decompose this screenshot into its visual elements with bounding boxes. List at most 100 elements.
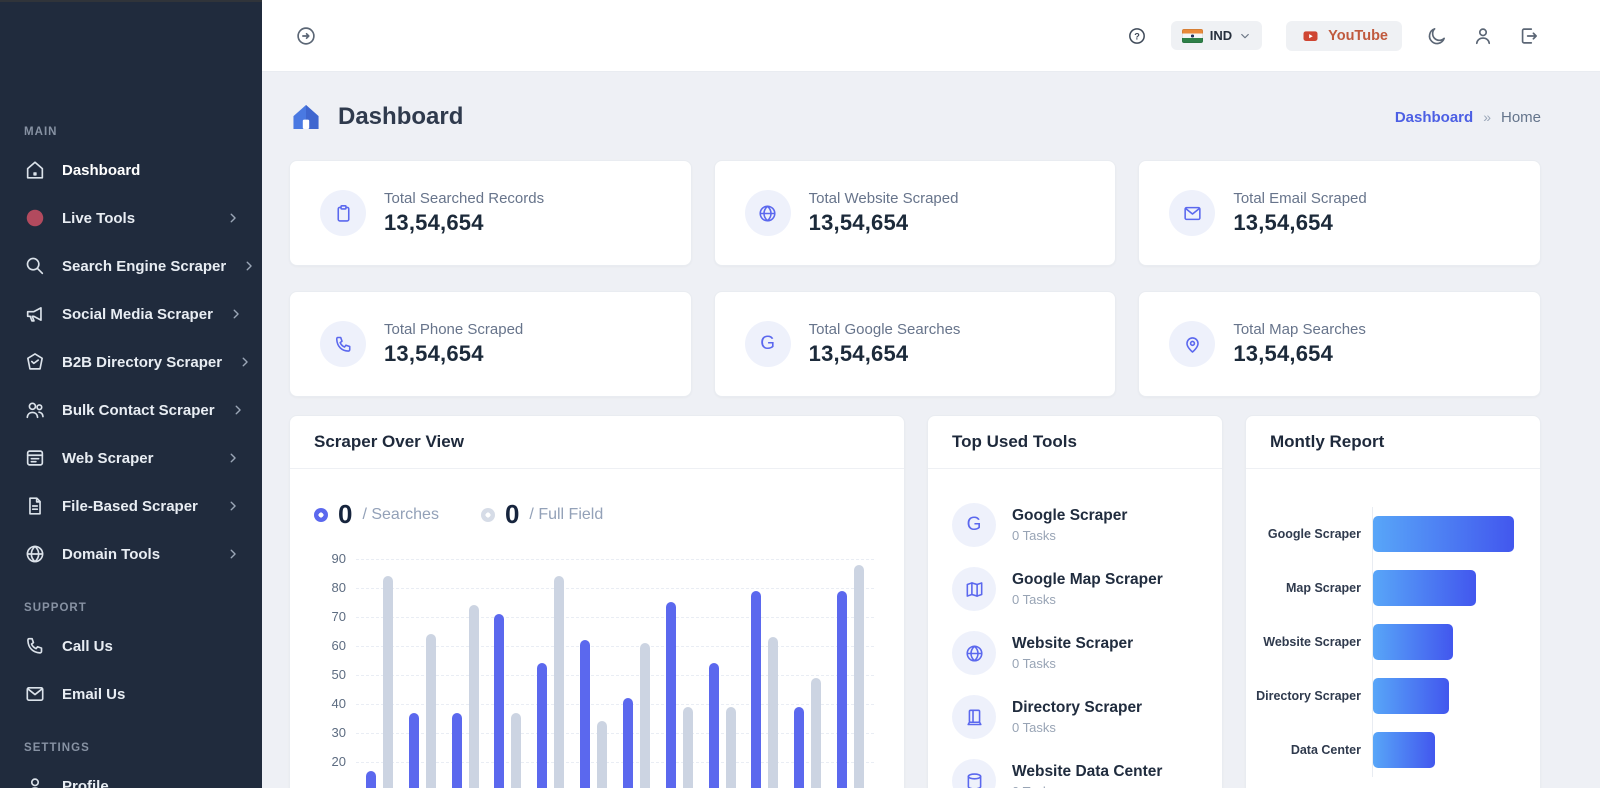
youtube-button[interactable]: YouTube — [1286, 21, 1402, 51]
tools-list: G Google Scraper 0 Tasks Google Map Scraper… — [928, 469, 1222, 788]
svg-text:?: ? — [1134, 31, 1140, 41]
bar-group — [751, 591, 778, 788]
tool-row[interactable]: G Google Scraper 0 Tasks — [952, 503, 1198, 547]
tool-row[interactable]: Google Map Scraper0 Tasks — [952, 567, 1198, 611]
map-icon — [964, 579, 985, 600]
bar-searches — [409, 713, 419, 788]
scraper-overview-body: 0/ Searches 0 / Full Field 203040506070809… — [290, 469, 904, 788]
mail-icon — [1182, 203, 1203, 224]
scraper-overview-title: Scraper Over View — [290, 416, 904, 469]
sidebar-item-social-media-scraper[interactable]: Social Media Scraper — [0, 290, 262, 338]
bar-full-field — [554, 576, 564, 788]
sidebar-item-label: Profile — [62, 778, 240, 788]
sidebar-item-b2b-directory-scraper[interactable]: B2B Directory Scraper — [0, 338, 262, 386]
help-icon[interactable]: ? — [1127, 26, 1147, 46]
mail-icon — [24, 683, 46, 705]
bar-group — [666, 602, 693, 788]
user-icon — [24, 775, 46, 788]
sidebar-item-call-us[interactable]: Call Us — [0, 622, 262, 670]
stat-icon-circle: G — [745, 321, 791, 367]
sidebar-item-label: B2B Directory Scraper — [62, 354, 222, 371]
bar-searches — [709, 663, 719, 788]
sidebar-item-bulk-contact-scraper[interactable]: Bulk Contact Scraper — [0, 386, 262, 434]
stat-value: 13,54,654 — [1233, 341, 1366, 367]
overview-bar-chart: 2030405060708090 — [356, 550, 874, 788]
sidebar-item-label: Bulk Contact Scraper — [62, 402, 215, 419]
sidebar-item-live-tools[interactable]: Live Tools — [0, 194, 262, 242]
logout-icon[interactable] — [1518, 25, 1540, 47]
youtube-label: YouTube — [1328, 28, 1388, 44]
globe-icon — [24, 543, 46, 565]
dark-mode-icon[interactable] — [1426, 25, 1448, 47]
chevron-right-icon — [226, 211, 240, 225]
tool-tasks: 0 Tasks — [1012, 720, 1142, 735]
sidebar-item-dashboard[interactable]: Dashboard — [0, 146, 262, 194]
legend-item[interactable]: 0 / Full Field — [481, 499, 603, 530]
sidebar-item-domain-tools[interactable]: Domain Tools — [0, 530, 262, 578]
bar-full-field — [426, 634, 436, 788]
bar-full-field — [469, 605, 479, 788]
monthly-category-label: Directory Scraper — [1256, 689, 1372, 703]
sidebar-item-email-us[interactable]: Email Us — [0, 670, 262, 718]
tool-row[interactable]: Website Data Center0 Tasks — [952, 759, 1198, 788]
monthly-bar — [1373, 624, 1453, 660]
breadcrumb-link[interactable]: Dashboard — [1395, 109, 1473, 126]
stat-icon-circle — [320, 190, 366, 236]
sidebar-item-profile[interactable]: Profile — [0, 762, 262, 788]
youtube-icon — [1300, 28, 1321, 44]
tool-row[interactable]: Website Scraper0 Tasks — [952, 631, 1198, 675]
clipboard-icon — [333, 203, 354, 224]
monthly-bar — [1373, 678, 1449, 714]
monthly-bar — [1373, 570, 1476, 606]
tool-icon-circle: G — [952, 503, 996, 547]
globe-icon — [757, 203, 778, 224]
sidebar-item-label: Call Us — [62, 638, 240, 655]
tool-icon-circle — [952, 759, 996, 788]
bar-full-field — [726, 707, 736, 788]
y-axis-tick: 90 — [314, 551, 346, 566]
monthly-category-label: Data Center — [1256, 743, 1372, 757]
y-axis-tick: 20 — [314, 754, 346, 769]
b2b-badge-icon — [24, 351, 46, 373]
legend-dot-icon — [481, 508, 495, 522]
bar-searches — [366, 771, 376, 788]
bar-searches — [537, 663, 547, 788]
stat-card: Total Map Searches13,54,654 — [1138, 291, 1541, 397]
sidebar-toggle-icon[interactable] — [295, 25, 317, 47]
legend-dot-icon — [314, 508, 328, 522]
stat-value: 13,54,654 — [1233, 210, 1366, 236]
bar-group — [709, 663, 736, 788]
bar-full-field — [811, 678, 821, 788]
legend-item[interactable]: 0/ Searches — [314, 499, 439, 530]
sidebar-item-web-scraper[interactable]: Web Scraper — [0, 434, 262, 482]
sidebar-item-search-engine-scraper[interactable]: Search Engine Scraper — [0, 242, 262, 290]
legend-label: / Full Field — [529, 506, 603, 524]
tool-row[interactable]: Directory Scraper0 Tasks — [952, 695, 1198, 739]
stats-grid: Total Searched Records13,54,654Total Web… — [289, 160, 1541, 397]
sidebar-item-label: File-Based Scraper — [62, 498, 210, 515]
monthly-row: Directory Scraper — [1256, 669, 1514, 723]
bar-searches — [666, 602, 676, 788]
legend-value: 0 — [505, 499, 519, 530]
monthly-category-label: Map Scraper — [1256, 581, 1372, 595]
bar-searches — [837, 591, 847, 788]
tool-tasks: 0 Tasks — [1012, 656, 1133, 671]
monthly-report-title: Montly Report — [1246, 416, 1540, 469]
bar-full-field — [768, 637, 778, 788]
monthly-bar-chart: Google ScraperMap ScraperWebsite Scraper… — [1246, 469, 1540, 777]
monthly-row: Website Scraper — [1256, 615, 1514, 669]
tool-name: Google Scraper — [1012, 507, 1127, 525]
stat-label: Total Google Searches — [809, 321, 961, 338]
stat-icon-circle — [1169, 190, 1215, 236]
sidebar-item-label: Domain Tools — [62, 546, 210, 563]
bar-group — [580, 640, 607, 788]
bar-searches — [751, 591, 761, 788]
bar-full-field — [683, 707, 693, 788]
bar-full-field — [597, 721, 607, 788]
bars-area — [356, 550, 874, 788]
top-used-tools-title: Top Used Tools — [928, 416, 1222, 469]
sidebar-item-file-based-scraper[interactable]: File-Based Scraper — [0, 482, 262, 530]
tool-tasks: 0 Tasks — [1012, 528, 1127, 543]
user-account-icon[interactable] — [1472, 25, 1494, 47]
country-dropdown[interactable]: IND — [1171, 21, 1262, 50]
